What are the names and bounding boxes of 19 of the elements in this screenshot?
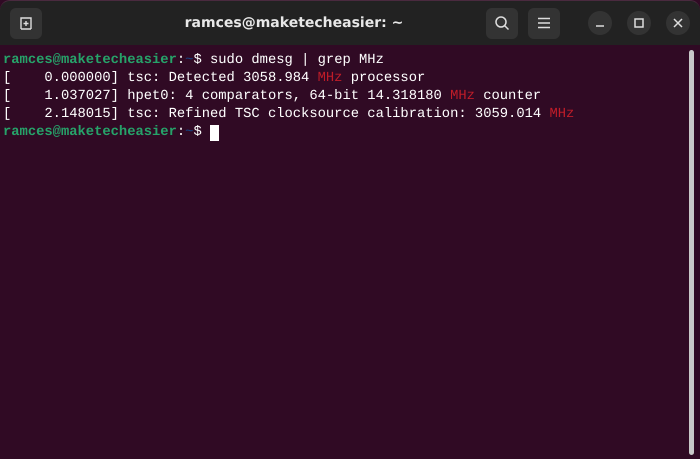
menu-button[interactable]	[528, 8, 560, 38]
terminal-line: [ 2.148015] tsc: Refined TSC clocksource calibration: 3059.014 MHz	[3, 106, 576, 124]
window-title: ramces@maketecheasier: ~	[184, 15, 404, 31]
menu-icon	[537, 17, 551, 29]
close-icon	[673, 18, 683, 28]
search-icon	[494, 15, 510, 31]
scrollbar[interactable]	[689, 50, 694, 455]
minimize-button[interactable]	[588, 11, 612, 35]
terminal-line: [ 0.000000] tsc: Detected 3058.984 MHz processor	[3, 70, 426, 88]
maximize-icon	[634, 18, 644, 28]
new-tab-button[interactable]	[10, 8, 42, 38]
minimize-icon	[596, 25, 604, 27]
terminal-line: ramces@maketecheasier:~$	[3, 124, 689, 142]
close-button[interactable]	[666, 11, 690, 35]
new-tab-icon	[18, 15, 34, 31]
maximize-button[interactable]	[627, 11, 651, 35]
search-button[interactable]	[486, 8, 518, 38]
terminal-line: ramces@maketecheasier:~$ sudo dmesg | grep MHz	[3, 52, 385, 70]
terminal-line: [ 1.037027] hpet0: 4 comparators, 64-bit 14.318180 MHz counter	[3, 88, 542, 106]
